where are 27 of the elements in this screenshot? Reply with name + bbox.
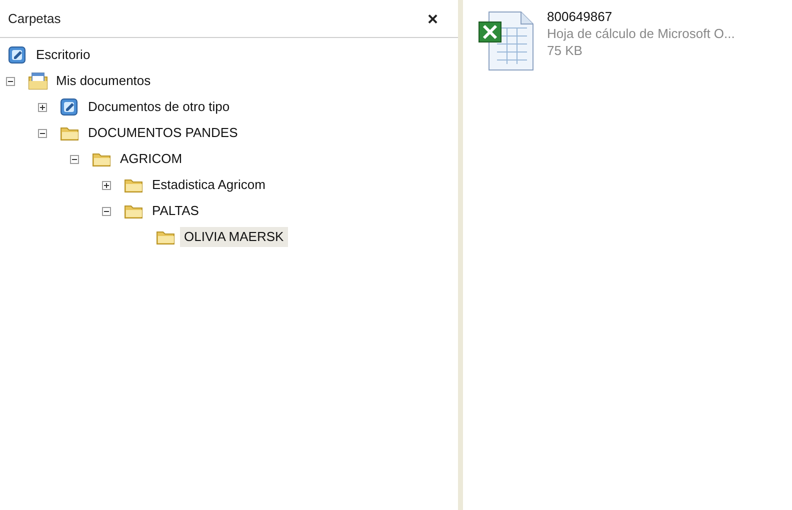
folder-icon — [124, 177, 144, 193]
tree-item[interactable]: PALTAS — [148, 201, 203, 221]
desktop-icon — [60, 97, 80, 117]
file-size: 75 KB — [547, 42, 584, 59]
folder-icon — [60, 125, 80, 141]
folder-icon — [156, 229, 176, 245]
folder-icon — [124, 203, 144, 219]
desktop-icon — [8, 45, 28, 65]
tree-item[interactable]: AGRICOM — [116, 149, 186, 169]
collapse-toggle[interactable] — [102, 206, 111, 216]
file-name[interactable]: 800649867 — [547, 8, 735, 25]
documents-folder-icon — [28, 72, 48, 90]
tree-item[interactable]: Documentos de otro tipo — [84, 97, 234, 117]
pane-title: Carpetas — [8, 10, 61, 28]
tree-item[interactable]: DOCUMENTOS PANDES — [84, 123, 242, 143]
collapse-toggle[interactable] — [6, 76, 15, 86]
collapse-toggle[interactable] — [38, 128, 47, 138]
tree-item[interactable]: OLIVIA MAERSK — [180, 227, 288, 247]
tree-item[interactable]: Escritorio — [32, 45, 94, 65]
collapse-toggle[interactable] — [70, 154, 79, 164]
folder-icon — [92, 151, 112, 167]
close-button[interactable]: × — [427, 10, 438, 28]
expand-toggle[interactable] — [102, 180, 111, 190]
tree-item[interactable]: Estadistica Agricom — [148, 175, 270, 195]
tree-item[interactable]: Mis documentos — [52, 71, 155, 91]
expand-toggle[interactable] — [38, 102, 47, 112]
file-type: Hoja de cálculo de Microsoft O... — [547, 25, 735, 42]
